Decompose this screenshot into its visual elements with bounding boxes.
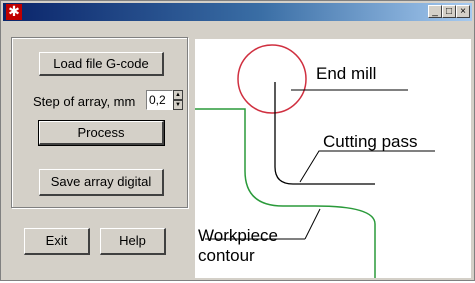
star-icon: ✱ xyxy=(8,3,20,19)
app-icon[interactable]: ✱ xyxy=(6,3,22,20)
workpiece-label-line2: contour xyxy=(198,246,255,265)
step-label: Step of array, mm xyxy=(33,94,136,109)
window-controls: _ □ × xyxy=(428,5,470,18)
spin-up-icon[interactable]: ▲ xyxy=(173,90,183,100)
close-button[interactable]: × xyxy=(456,5,470,18)
maximize-button[interactable]: □ xyxy=(442,5,456,18)
end-mill-circle xyxy=(237,44,307,114)
exit-button[interactable]: Exit xyxy=(24,228,90,255)
cutting-pass-leader xyxy=(299,150,435,183)
spin-down-icon[interactable]: ▼ xyxy=(173,100,183,110)
minimize-button[interactable]: _ xyxy=(428,5,442,18)
workpiece-leader xyxy=(304,208,321,240)
diagram-svg: End mill Cutting pass Workpiece contour xyxy=(195,44,435,278)
title-bar[interactable]: ✱ _ □ × xyxy=(3,3,472,21)
step-spinner[interactable]: ▲ ▼ xyxy=(173,90,183,110)
end-mill-label: End mill xyxy=(316,64,376,83)
load-gcode-button[interactable]: Load file G-code xyxy=(39,52,164,76)
cutting-pass-label: Cutting pass xyxy=(323,132,418,151)
workpiece-label-line1: Workpiece xyxy=(198,226,278,245)
process-button[interactable]: Process xyxy=(38,120,165,146)
save-array-button[interactable]: Save array digital xyxy=(39,169,164,196)
help-button[interactable]: Help xyxy=(100,228,166,255)
step-input[interactable]: 0,2 xyxy=(146,90,173,110)
main-window: ✱ _ □ × Load file G-code Step of array, … xyxy=(0,0,475,281)
diagram-canvas: End mill Cutting pass Workpiece contour xyxy=(195,39,471,278)
